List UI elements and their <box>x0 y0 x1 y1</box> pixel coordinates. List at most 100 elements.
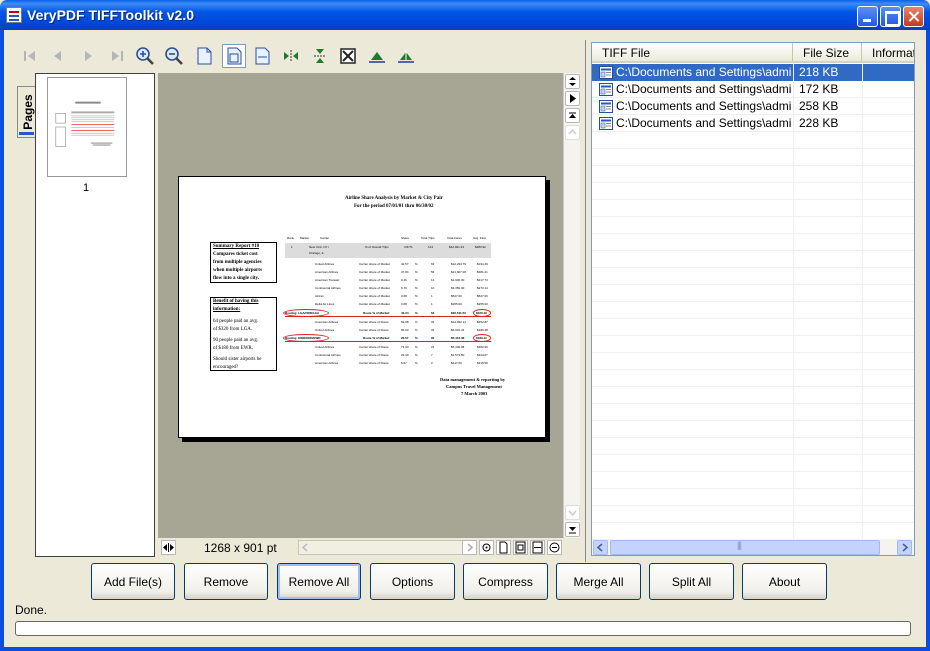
fit-width-button[interactable] <box>252 46 272 66</box>
options-button[interactable]: Options <box>370 563 455 600</box>
prev-page-button[interactable] <box>48 46 68 66</box>
window-title: VeryPDF TIFFToolkit v2.0 <box>27 7 195 23</box>
file-row[interactable]: C:\Documents and Settings\admin... 172 KB <box>592 81 914 98</box>
list-scroll-right-button[interactable] <box>897 540 912 555</box>
carrier-cell: $182.50 <box>477 345 488 349</box>
maximize-button[interactable] <box>880 6 901 27</box>
scroll-down-button[interactable] <box>565 505 580 520</box>
zoom-out-small-button[interactable] <box>547 540 562 555</box>
fit-view-button[interactable] <box>513 540 528 555</box>
route-cell: 43.24 <box>401 311 409 315</box>
scroll-top-button[interactable] <box>565 108 580 123</box>
zoom-in-button[interactable] <box>135 46 155 66</box>
page-viewer[interactable]: Airline Share Analysis by Market & City … <box>158 73 563 538</box>
last-page-button[interactable] <box>107 46 127 66</box>
fit-page-button[interactable] <box>222 44 246 68</box>
minimize-button[interactable] <box>857 6 878 27</box>
scroll-right-button[interactable] <box>462 540 477 555</box>
carrier-cell: American Airlines <box>315 270 339 274</box>
scroll-up-fast-button[interactable] <box>565 74 580 89</box>
rotate-left-button[interactable] <box>367 46 387 66</box>
zoom-center-button[interactable] <box>479 540 494 555</box>
fit-icon <box>515 541 526 554</box>
file-list[interactable]: TIFF File File Size Informati C:\Documen… <box>591 42 915 556</box>
zoom-out-button[interactable] <box>164 46 184 66</box>
flip-vertical-button[interactable] <box>310 46 330 66</box>
benefit-line: information: <box>213 307 241 312</box>
viewer-horizontal-scrollbar[interactable] <box>298 540 475 555</box>
first-page-button[interactable] <box>20 46 40 66</box>
carrier-cell: 56 <box>431 270 435 274</box>
file-path-cell: C:\Documents and Settings\admin... <box>616 82 792 96</box>
file-row[interactable]: C:\Documents and Settings\admin... 258 KB <box>592 98 914 115</box>
first-page-icon <box>24 51 35 61</box>
file-size-cell: 172 KB <box>799 82 839 96</box>
grid-line <box>592 505 914 506</box>
carrier-cell: % <box>415 320 418 324</box>
thumbnail-panel[interactable]: 1 <box>35 73 155 557</box>
carrier-cell: 63 <box>431 262 435 266</box>
carrier-cell: Carrier share of Market <box>359 286 390 290</box>
window-frame-left <box>0 30 4 651</box>
column-header-file-size[interactable]: File Size <box>793 43 862 61</box>
rotate-right-button[interactable] <box>396 46 416 66</box>
viewer-vertical-scrollbar[interactable] <box>563 73 580 538</box>
grid-line <box>592 318 914 319</box>
carrier-cell: Carrier share of Route <box>359 320 389 324</box>
carrier-cell: $189.48 <box>477 328 488 332</box>
title-bar[interactable]: VeryPDF TIFFToolkit v2.0 <box>0 0 930 30</box>
file-row[interactable]: C:\Documents and Settings\admin... 218 KB <box>592 64 914 81</box>
carrier-cell: $215.50 <box>477 361 488 365</box>
carrier-cell: 59.38 <box>401 320 409 324</box>
add-files-button[interactable]: Add File(s) <box>91 563 175 600</box>
split-all-button[interactable]: Split All <box>649 563 734 600</box>
actual-size-button[interactable] <box>194 46 214 66</box>
grid-line <box>592 420 914 421</box>
grid-line <box>592 488 914 489</box>
column-header-tiff-file[interactable]: TIFF File <box>592 43 793 61</box>
cell: % of Overall Trips <box>365 245 389 249</box>
pan-toggle-button[interactable] <box>161 540 176 555</box>
carrier-cell: % <box>415 302 418 306</box>
carrier-cell: $255.00 <box>477 302 488 306</box>
route-cell: Route % of Market: <box>363 336 391 340</box>
rotate-right-icon <box>398 50 414 63</box>
page-view-button[interactable] <box>496 540 511 555</box>
scroll-left-button[interactable] <box>299 541 312 554</box>
compress-button[interactable]: Compress <box>463 563 548 600</box>
next-page-scroll-button[interactable] <box>565 91 580 106</box>
grid-line <box>592 403 914 404</box>
split-arrows-icon <box>163 543 174 552</box>
carrier-cell: 1 <box>431 302 433 306</box>
remove-all-button[interactable]: Remove All <box>277 563 361 600</box>
file-row[interactable]: C:\Documents and Settings\admin... 228 KB <box>592 115 914 132</box>
grid-line <box>862 63 863 539</box>
doc-title: Airline Share Analysis by Market & City … <box>345 196 443 201</box>
flip-horizontal-button[interactable] <box>281 46 301 66</box>
column-header-information[interactable]: Informati <box>862 43 914 61</box>
carrier-cell: $452.87 <box>477 320 488 324</box>
carrier-cell: Carrier share of Route <box>359 361 389 365</box>
remove-button[interactable]: Remove <box>184 563 268 600</box>
width-view-button[interactable] <box>530 540 545 555</box>
list-scroll-thumb[interactable] <box>610 540 880 555</box>
crop-button[interactable] <box>338 46 358 66</box>
scroll-up-button[interactable] <box>565 125 580 140</box>
next-page-button[interactable] <box>78 46 98 66</box>
page-thumbnail[interactable] <box>47 77 127 177</box>
merge-all-button[interactable]: Merge All <box>556 563 641 600</box>
file-size-cell: 258 KB <box>799 99 839 113</box>
list-horizontal-scrollbar[interactable] <box>592 539 914 555</box>
carrier-cell: % <box>415 328 418 332</box>
list-scroll-left-button[interactable] <box>593 540 608 555</box>
fit-page-icon <box>227 47 242 65</box>
carrier-cell: 1 <box>431 294 433 298</box>
grid-line <box>793 63 794 539</box>
pages-tab[interactable]: Pages <box>17 86 36 138</box>
scroll-bottom-button[interactable] <box>565 522 580 537</box>
about-button[interactable]: About <box>742 563 827 600</box>
summary-line: when multiple airports <box>213 268 262 273</box>
col-head: Total Fares <box>447 236 462 240</box>
splitter[interactable] <box>585 40 586 562</box>
close-button[interactable] <box>903 6 924 27</box>
